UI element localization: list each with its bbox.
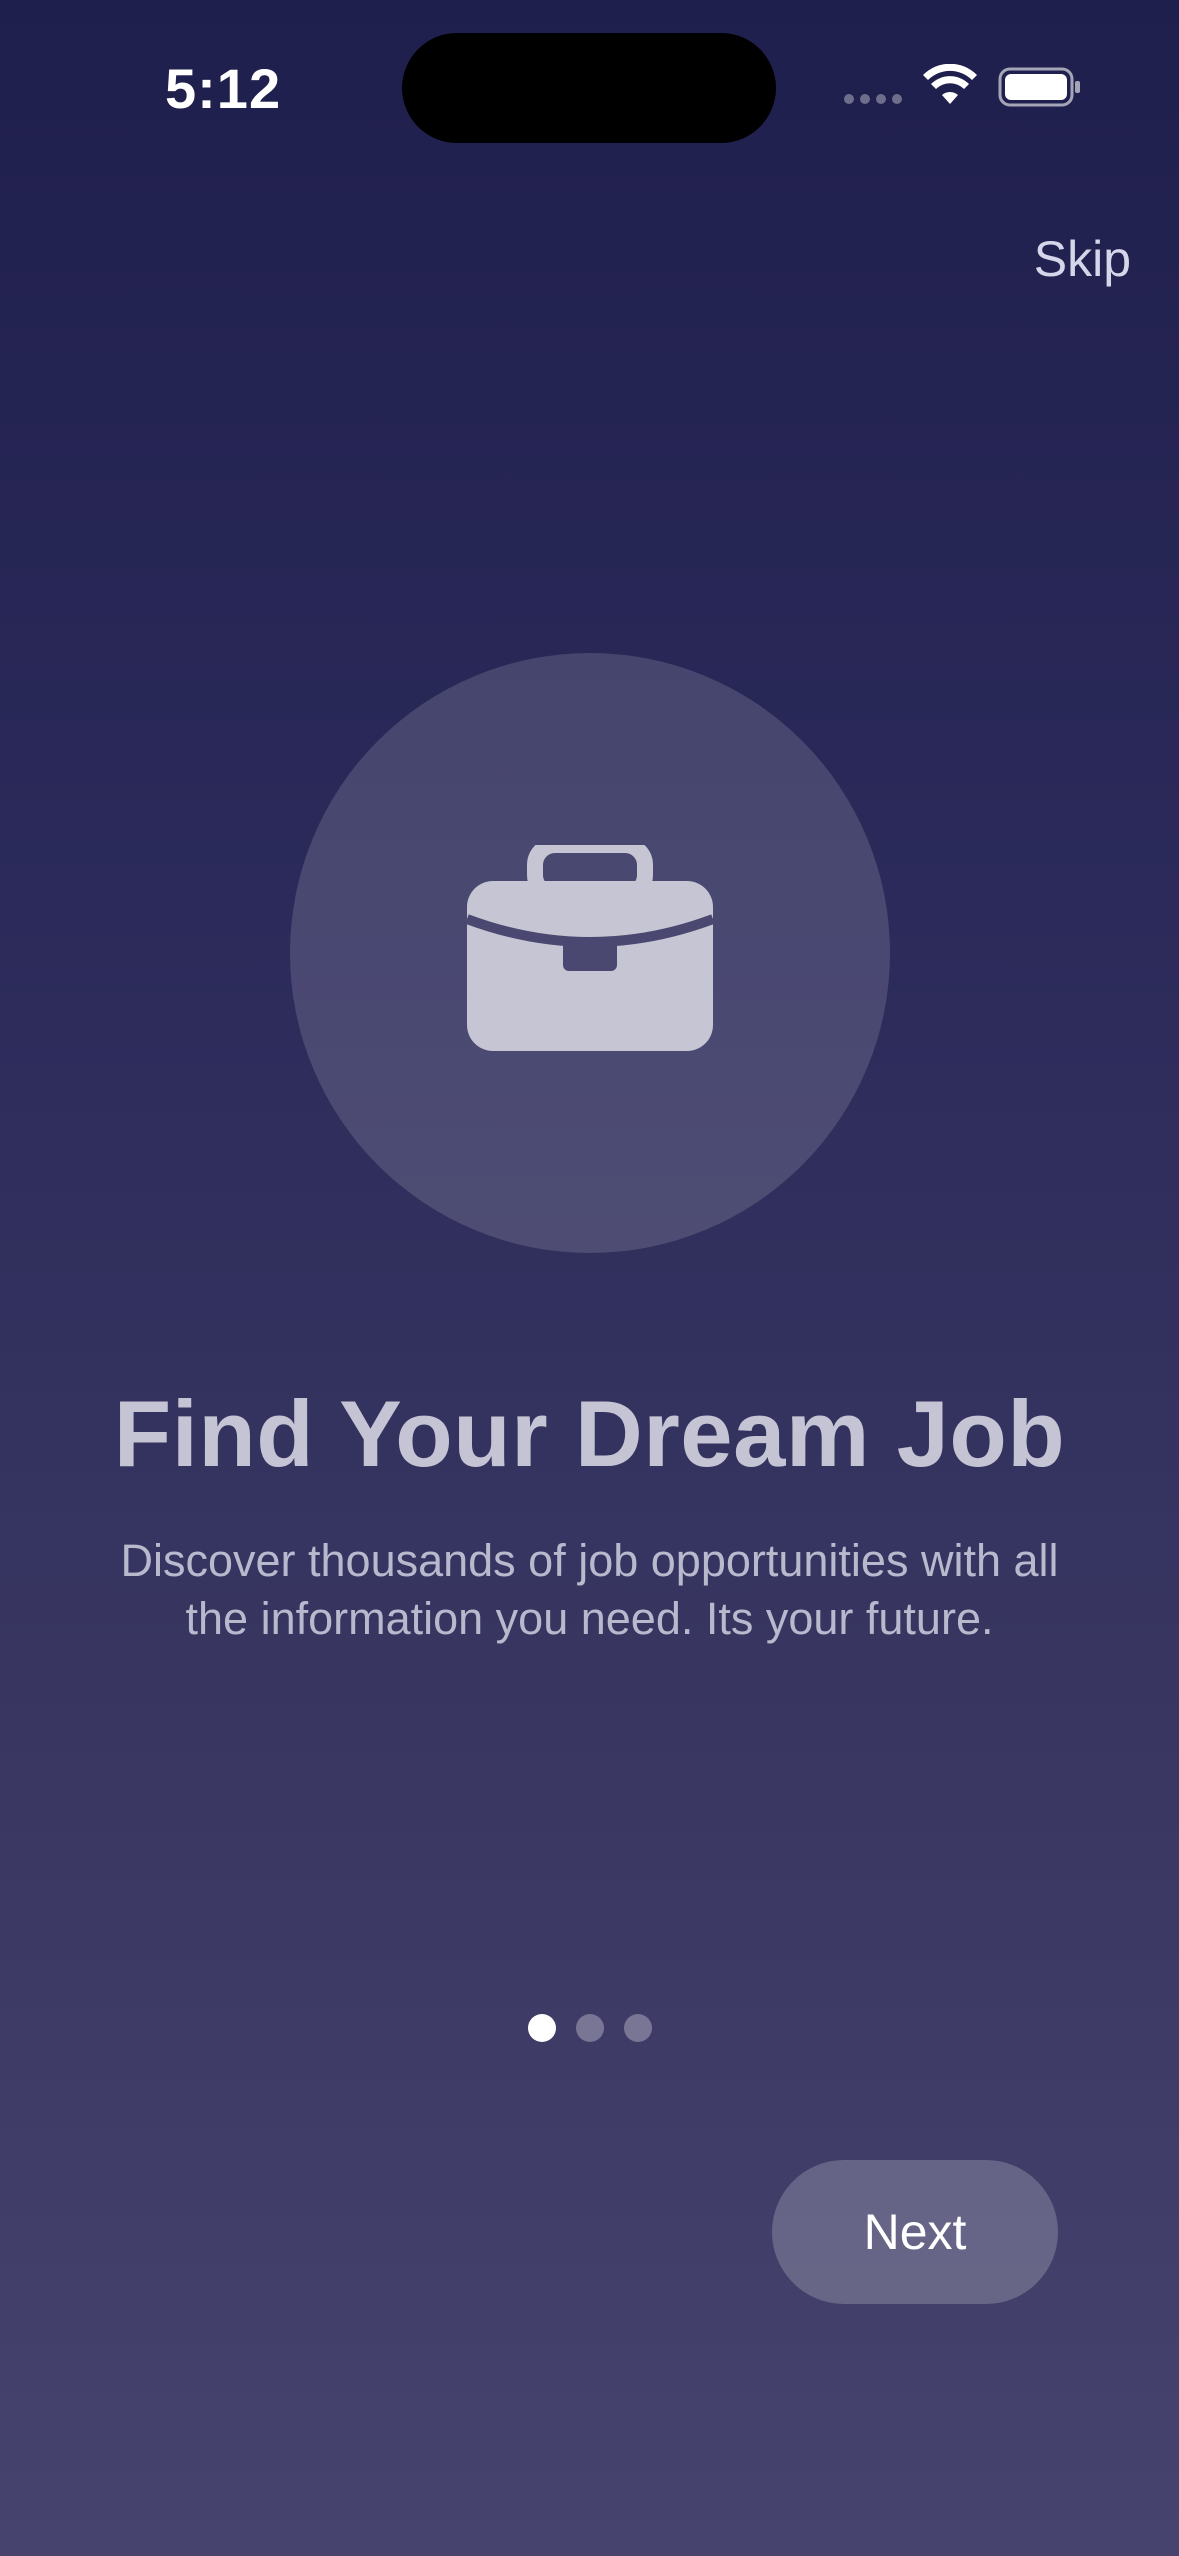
page-indicator[interactable] <box>0 2014 1179 2042</box>
page-description: Discover thousands of job opportunities … <box>120 1535 1059 1644</box>
skip-button[interactable]: Skip <box>1034 230 1131 288</box>
cellular-signal-icon <box>844 94 902 104</box>
hero-illustration <box>290 653 890 1253</box>
battery-icon <box>998 67 1080 107</box>
dynamic-island <box>402 33 776 143</box>
briefcase-icon <box>467 845 713 1051</box>
status-time: 5:12 <box>165 57 282 120</box>
page-dot-3[interactable] <box>623 2014 652 2042</box>
next-button[interactable]: Next <box>772 2160 1058 2304</box>
page-dot-2[interactable] <box>575 2014 604 2042</box>
wifi-icon <box>923 64 977 104</box>
page-title: Find Your Dream Job <box>113 1381 1066 1486</box>
page-dot-1[interactable] <box>527 2014 556 2042</box>
